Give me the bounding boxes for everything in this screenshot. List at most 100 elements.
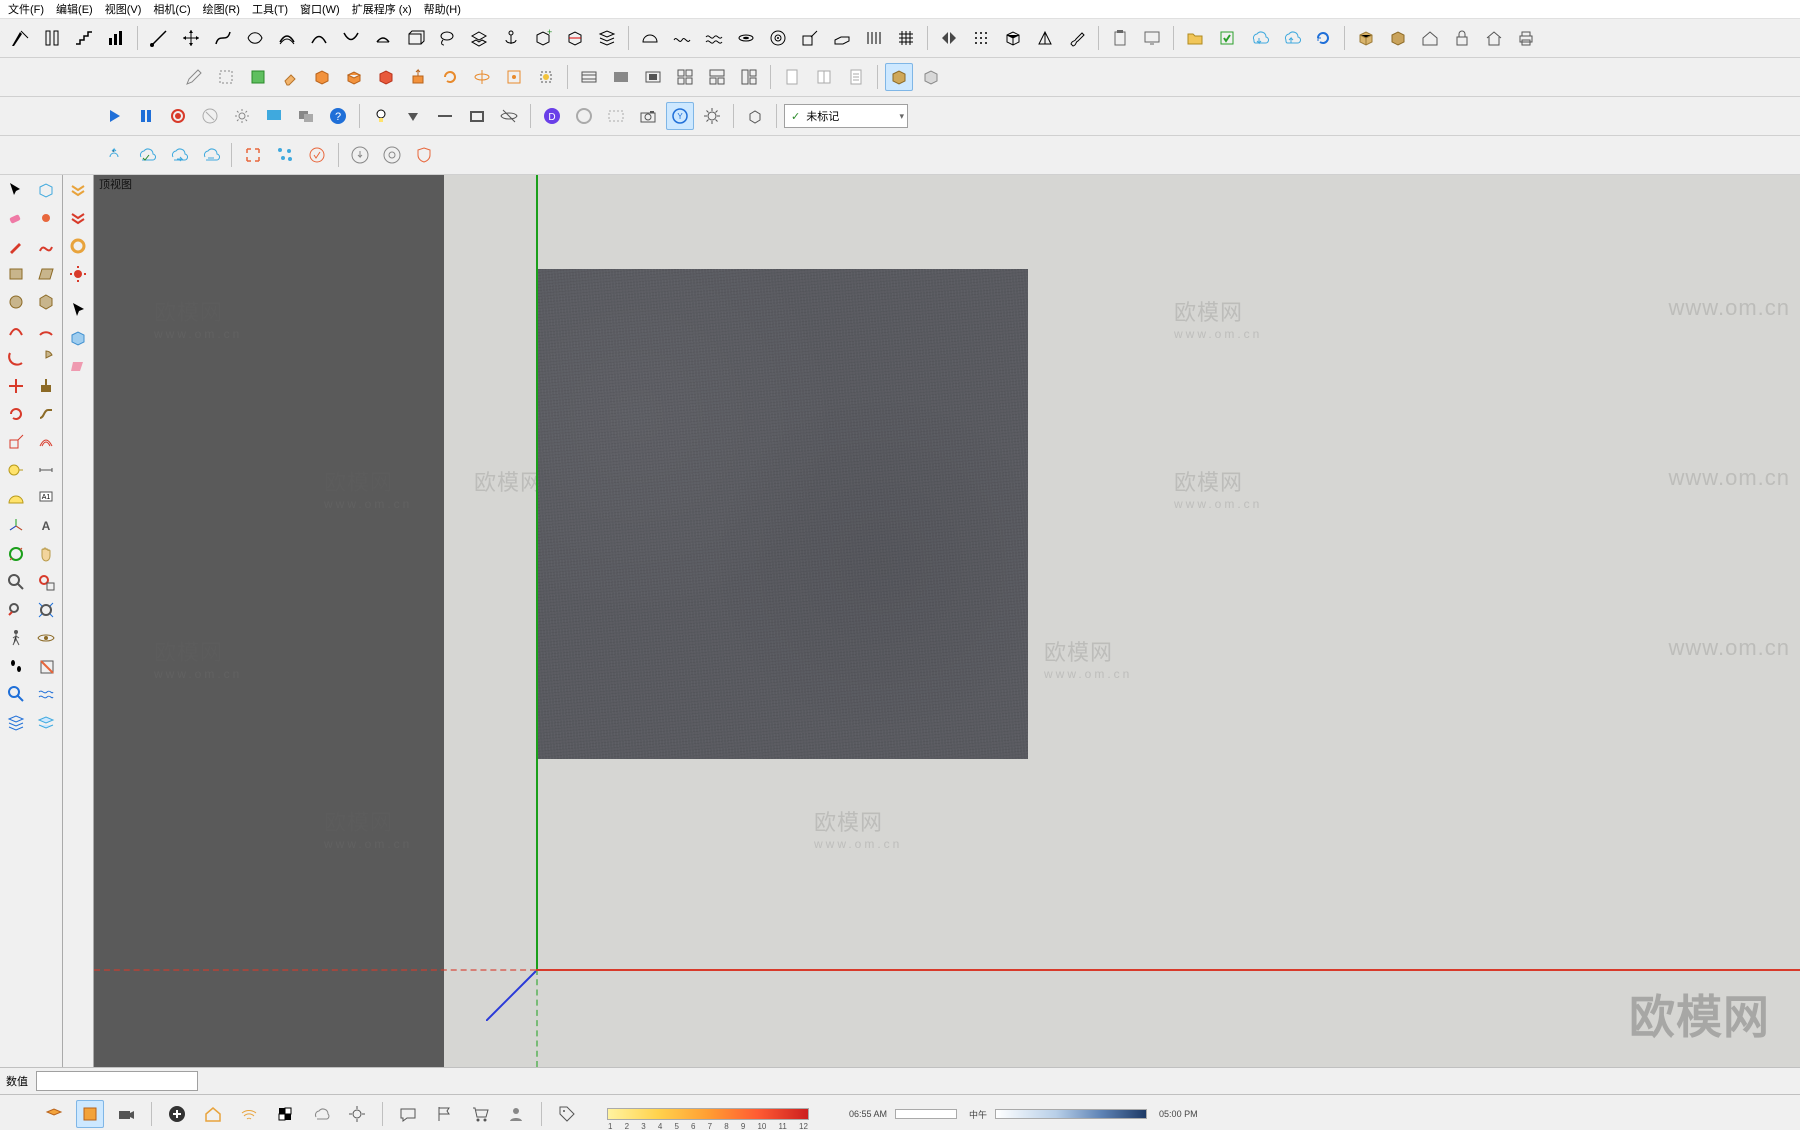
multiview-icon[interactable]: [671, 63, 699, 91]
line-tool-icon[interactable]: [145, 24, 173, 52]
move-arrows-icon[interactable]: [177, 24, 205, 52]
chevrons-down-icon[interactable]: [64, 177, 92, 203]
tray-user-icon[interactable]: [502, 1100, 530, 1128]
lasso-icon[interactable]: [433, 24, 461, 52]
arc2-red-icon[interactable]: [32, 317, 60, 343]
box-red-icon[interactable]: [372, 63, 400, 91]
screens-icon[interactable]: [292, 102, 320, 130]
text-tool-icon[interactable]: A1: [32, 485, 60, 511]
ring-orange-icon[interactable]: [64, 233, 92, 259]
ring-icon[interactable]: [570, 102, 598, 130]
box-orange-icon[interactable]: [308, 63, 336, 91]
textured-face[interactable]: [538, 269, 1028, 759]
scale-red-icon[interactable]: [2, 429, 30, 455]
cloud-minus-icon[interactable]: [196, 141, 224, 169]
film1-icon[interactable]: [575, 63, 603, 91]
rotate-orange-icon[interactable]: [436, 63, 464, 91]
tray-camera-icon[interactable]: [112, 1100, 140, 1128]
gear-orange-icon[interactable]: [32, 205, 60, 231]
monitor-icon[interactable]: [1138, 24, 1166, 52]
screen-icon[interactable]: [260, 102, 288, 130]
stack-icon[interactable]: [593, 24, 621, 52]
wave-icon[interactable]: [668, 24, 696, 52]
viewport[interactable]: 顶视图 欧模网www.om.cn 欧模网www.om.cn 欧模网www.om.…: [94, 175, 1800, 1067]
page-icon[interactable]: [778, 63, 806, 91]
tray-tag-icon[interactable]: [553, 1100, 581, 1128]
multi2-icon[interactable]: [703, 63, 731, 91]
focus-rect-icon[interactable]: [500, 63, 528, 91]
wave-double-icon[interactable]: [700, 24, 728, 52]
frame-focus-icon[interactable]: [239, 141, 267, 169]
eye-off-icon[interactable]: [495, 102, 523, 130]
cube-wire-icon[interactable]: [32, 177, 60, 203]
style-hidden-icon[interactable]: [917, 63, 945, 91]
home-outline-icon[interactable]: [1480, 24, 1508, 52]
curve-s-icon[interactable]: [209, 24, 237, 52]
protractor-icon[interactable]: [2, 485, 30, 511]
push-pull-icon[interactable]: [404, 63, 432, 91]
time-slider-2[interactable]: [995, 1109, 1147, 1119]
folder-open-icon[interactable]: [1181, 24, 1209, 52]
selection-sun-icon[interactable]: [532, 63, 560, 91]
blue-cube-icon[interactable]: [64, 325, 92, 351]
cube-view-icon[interactable]: [999, 24, 1027, 52]
tray-plus-icon[interactable]: [163, 1100, 191, 1128]
column-icon[interactable]: [38, 24, 66, 52]
tray-home-icon[interactable]: [199, 1100, 227, 1128]
film2-icon[interactable]: [607, 63, 635, 91]
clipboard-icon[interactable]: [1106, 24, 1134, 52]
cube-cut-icon[interactable]: [561, 24, 589, 52]
tag-dropdown[interactable]: ✓ 未标记: [784, 104, 908, 128]
package-icon[interactable]: [1352, 24, 1380, 52]
menu-file[interactable]: 文件(F): [6, 0, 46, 18]
save-mark-icon[interactable]: [1213, 24, 1241, 52]
home-icon[interactable]: [1416, 24, 1444, 52]
cube-small-icon[interactable]: [741, 102, 769, 130]
shield-icon[interactable]: [410, 141, 438, 169]
cloud-arrow-icon[interactable]: [164, 141, 192, 169]
play-icon[interactable]: [100, 102, 128, 130]
cloud-down-icon[interactable]: [1245, 24, 1273, 52]
grid-mesh-icon[interactable]: [892, 24, 920, 52]
pie-icon[interactable]: [32, 345, 60, 371]
color-scale[interactable]: 123 456 789 101112: [607, 1108, 809, 1120]
zoom-box-icon[interactable]: [32, 569, 60, 595]
menu-camera[interactable]: 相机(C): [151, 0, 192, 18]
package2-icon[interactable]: [1384, 24, 1412, 52]
layer-down-icon[interactable]: [465, 24, 493, 52]
tray-checker-icon[interactable]: [271, 1100, 299, 1128]
film3-icon[interactable]: [639, 63, 667, 91]
curve-mirror-icon[interactable]: [241, 24, 269, 52]
time-slider[interactable]: [895, 1109, 957, 1119]
disc-icon[interactable]: [732, 24, 760, 52]
target-icon[interactable]: [764, 24, 792, 52]
gear-red-icon[interactable]: [64, 261, 92, 287]
section-icon[interactable]: [32, 653, 60, 679]
arrow-cursor-icon[interactable]: [64, 297, 92, 323]
arc-up-icon[interactable]: [305, 24, 333, 52]
menu-window[interactable]: 窗口(W): [298, 0, 342, 18]
cloud-sync-icon[interactable]: [100, 141, 128, 169]
check-timer-icon[interactable]: [303, 141, 331, 169]
zoom-icon[interactable]: [2, 569, 30, 595]
frame-green-icon[interactable]: [244, 63, 272, 91]
slab-icon[interactable]: [828, 24, 856, 52]
settings-circle-icon[interactable]: [378, 141, 406, 169]
menu-tools[interactable]: 工具(T): [250, 0, 290, 18]
cube-add-icon[interactable]: +: [529, 24, 557, 52]
menu-draw[interactable]: 绘图(R): [201, 0, 242, 18]
tray-chat-icon[interactable]: [394, 1100, 422, 1128]
axes-icon[interactable]: [2, 513, 30, 539]
eraser-pink-icon[interactable]: [2, 205, 30, 231]
3dtext-icon[interactable]: A: [32, 513, 60, 539]
arc-small-icon[interactable]: [369, 24, 397, 52]
hexagon-icon[interactable]: [32, 289, 60, 315]
orbit-green-icon[interactable]: [2, 541, 30, 567]
anchor-icon[interactable]: [497, 24, 525, 52]
curve-ribbon-icon[interactable]: [273, 24, 301, 52]
scatter-icon[interactable]: [271, 141, 299, 169]
refresh-blue-icon[interactable]: [1309, 24, 1337, 52]
zoom-prev-icon[interactable]: [2, 597, 30, 623]
eye-look-icon[interactable]: [32, 625, 60, 651]
columns-icon[interactable]: [860, 24, 888, 52]
